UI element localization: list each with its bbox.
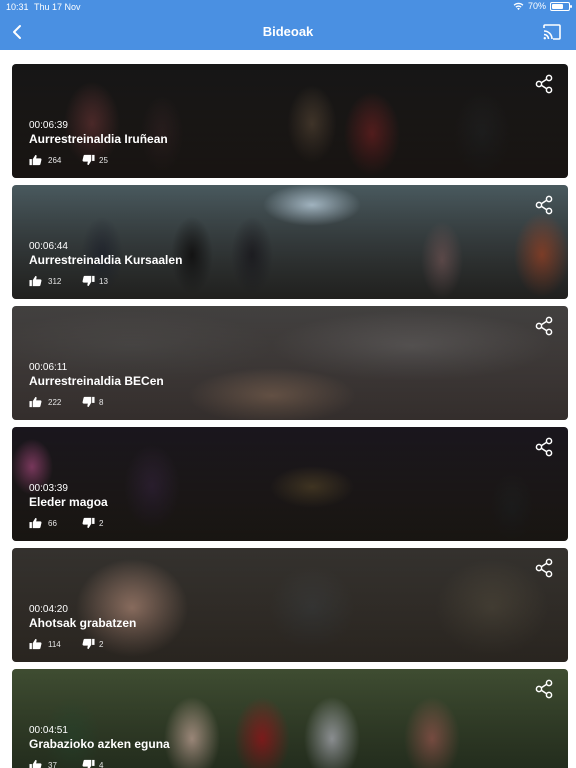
thumbs-down-icon[interactable] bbox=[82, 275, 95, 287]
video-card[interactable]: 00:03:39 Eleder magoa 66 2 bbox=[12, 427, 568, 541]
wifi-icon bbox=[513, 2, 524, 10]
thumbs-up-icon[interactable] bbox=[29, 275, 42, 287]
thumbs-up-icon[interactable] bbox=[29, 396, 42, 408]
video-stats: 264 25 bbox=[29, 154, 108, 166]
status-bar: 10:31 Thu 17 Nov 70% bbox=[0, 0, 576, 14]
video-stats: 37 4 bbox=[29, 759, 103, 768]
navigation-bar: Bideoak bbox=[0, 14, 576, 50]
thumbs-up-icon[interactable] bbox=[29, 517, 42, 529]
thumbs-down-icon[interactable] bbox=[82, 638, 95, 650]
video-duration: 00:04:51 bbox=[29, 725, 68, 736]
share-icon[interactable] bbox=[534, 316, 554, 336]
thumbs-down-icon[interactable] bbox=[82, 396, 95, 408]
thumbs-up-icon[interactable] bbox=[29, 638, 42, 650]
video-duration: 00:03:39 bbox=[29, 483, 68, 494]
dislikes-count: 2 bbox=[99, 518, 104, 528]
share-icon[interactable] bbox=[534, 437, 554, 457]
video-duration: 00:06:39 bbox=[29, 120, 68, 131]
page-title: Bideoak bbox=[262, 24, 314, 39]
video-title: Aurrestreinaldia BECen bbox=[29, 374, 164, 388]
status-time: 10:31 bbox=[6, 2, 29, 12]
video-title: Grabazioko azken eguna bbox=[29, 737, 170, 751]
video-stats: 312 13 bbox=[29, 275, 108, 287]
thumbs-down-icon[interactable] bbox=[82, 154, 95, 166]
thumbs-up-icon[interactable] bbox=[29, 154, 42, 166]
battery-level bbox=[552, 3, 563, 9]
dislikes-count: 25 bbox=[99, 155, 108, 165]
dislikes-count: 4 bbox=[99, 760, 104, 768]
status-right: 70% bbox=[513, 1, 572, 11]
video-list: 00:06:39 Aurrestreinaldia Iruñean 264 25 bbox=[0, 50, 576, 768]
dislikes-count: 13 bbox=[99, 276, 108, 286]
video-card[interactable]: 00:06:44 Aurrestreinaldia Kursaalen 312 … bbox=[12, 185, 568, 299]
likes-count: 264 bbox=[48, 155, 62, 165]
dislikes-count: 8 bbox=[99, 397, 104, 407]
video-stats: 222 8 bbox=[29, 396, 103, 408]
video-stats: 114 2 bbox=[29, 638, 103, 650]
cast-icon[interactable] bbox=[542, 23, 562, 41]
likes-count: 66 bbox=[48, 518, 57, 528]
share-icon[interactable] bbox=[534, 195, 554, 215]
share-icon[interactable] bbox=[534, 679, 554, 699]
video-duration: 00:04:20 bbox=[29, 604, 68, 615]
share-icon[interactable] bbox=[534, 74, 554, 94]
thumbnail-overlay bbox=[12, 669, 568, 768]
video-duration: 00:06:44 bbox=[29, 241, 68, 252]
status-date: Thu 17 Nov bbox=[34, 2, 81, 12]
video-card[interactable]: 00:04:20 Ahotsak grabatzen 114 2 bbox=[12, 548, 568, 662]
video-title: Eleder magoa bbox=[29, 495, 108, 509]
dislikes-count: 2 bbox=[99, 639, 104, 649]
likes-count: 37 bbox=[48, 760, 57, 768]
video-title: Aurrestreinaldia Kursaalen bbox=[29, 253, 183, 267]
thumbs-down-icon[interactable] bbox=[82, 517, 95, 529]
video-stats: 66 2 bbox=[29, 517, 103, 529]
battery-percent: 70% bbox=[527, 1, 546, 11]
likes-count: 312 bbox=[48, 276, 62, 286]
video-card[interactable]: 00:06:39 Aurrestreinaldia Iruñean 264 25 bbox=[12, 64, 568, 178]
video-duration: 00:06:11 bbox=[29, 362, 68, 373]
video-title: Ahotsak grabatzen bbox=[29, 616, 137, 630]
battery-icon bbox=[550, 1, 572, 11]
thumbs-up-icon[interactable] bbox=[29, 759, 42, 768]
video-card[interactable]: 00:04:51 Grabazioko azken eguna 37 4 bbox=[12, 669, 568, 768]
thumbs-down-icon[interactable] bbox=[82, 759, 95, 768]
likes-count: 222 bbox=[48, 397, 62, 407]
video-card[interactable]: 00:06:11 Aurrestreinaldia BECen 222 8 bbox=[12, 306, 568, 420]
likes-count: 114 bbox=[48, 639, 61, 649]
share-icon[interactable] bbox=[534, 558, 554, 578]
video-title: Aurrestreinaldia Iruñean bbox=[29, 132, 168, 146]
